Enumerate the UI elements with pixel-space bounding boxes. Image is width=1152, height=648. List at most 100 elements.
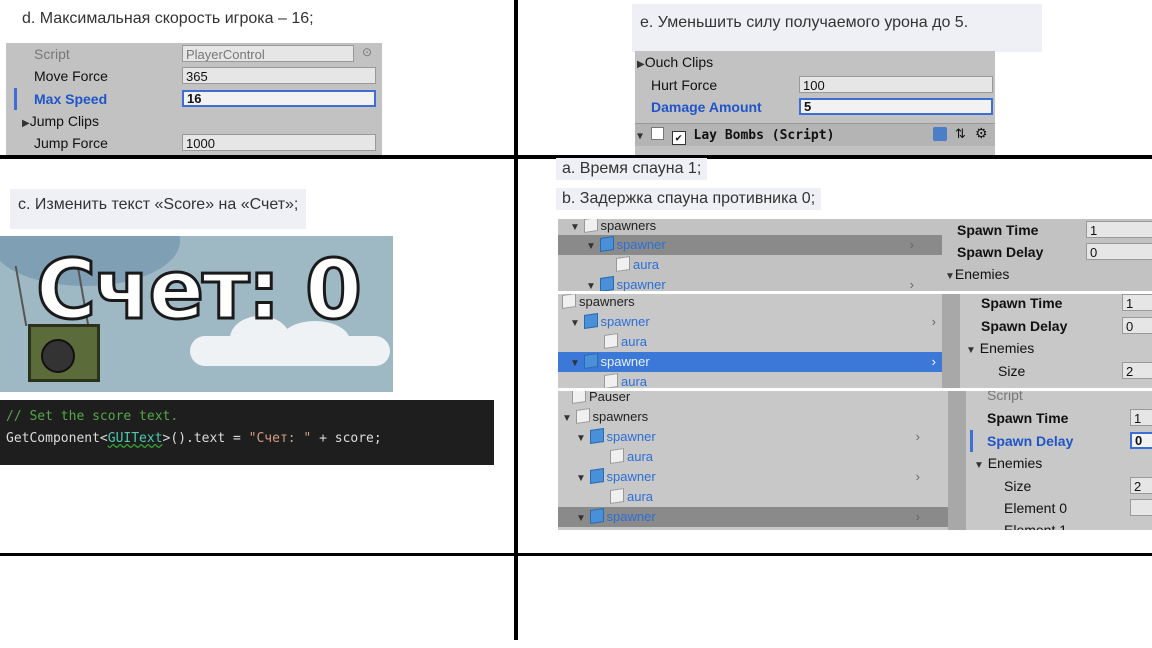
max-speed-row: Max Speed 16	[6, 88, 382, 110]
target-icon[interactable]: ⊙	[362, 45, 372, 59]
gameobject-icon	[604, 373, 618, 388]
gameobject-icon	[610, 488, 624, 504]
spawn-delay-label: Spawn Delay	[957, 244, 1044, 260]
script-label: Script	[34, 46, 70, 62]
script-row: Script PlayerControl ⊙	[6, 43, 382, 65]
divider-horizontal-bottom	[0, 553, 1152, 556]
ouch-clips-label: ▶Ouch Clips	[637, 54, 714, 70]
damage-amount-field[interactable]: 5	[799, 98, 993, 115]
task-d-text: d. Максимальная скорость игрока – 16;	[22, 10, 314, 27]
chevron-right-icon[interactable]: ›	[910, 237, 914, 252]
damage-amount-label: Damage Amount	[651, 99, 762, 115]
spawn-delay-row: Spawn Delay 0	[942, 241, 1152, 263]
hierarchy-item-spawners[interactable]: ▼ spawners	[558, 407, 948, 427]
task-b-text: b. Задержка спауна противника 0;	[556, 188, 822, 210]
hierarchy-item-spawner[interactable]: ▼ spawner ›	[558, 427, 948, 447]
hierarchy-item-spawner-selected[interactable]: ▼ spawner ›	[558, 507, 948, 527]
hierarchy-item-spawners[interactable]: ▼ spawners	[558, 219, 942, 236]
hierarchy-item-aura[interactable]: aura	[558, 487, 948, 507]
enemies-row[interactable]: ▼Enemies	[942, 263, 1152, 285]
chevron-right-icon[interactable]: ›	[916, 509, 920, 524]
hierarchy-item-spawners[interactable]: spawners	[558, 294, 942, 312]
jump-force-label: Jump Force	[34, 135, 108, 151]
prefab-icon	[583, 313, 598, 329]
selection-marker	[970, 430, 973, 452]
spawn-delay-field[interactable]: 0	[1086, 243, 1152, 260]
element0-label: Element 0	[1004, 500, 1068, 516]
spawn-time-field[interactable]: 1	[1130, 409, 1152, 426]
player-control-inspector: Script PlayerControl ⊙ Move Force 365 Ma…	[6, 43, 382, 155]
task-e-text: e. Уменьшить силу получаемого урона до 5…	[632, 4, 1042, 52]
chevron-right-icon[interactable]: ›	[932, 354, 936, 369]
gameobject-icon	[562, 294, 576, 309]
gear-icon[interactable]: ⚙	[975, 125, 988, 142]
gameobject-icon	[575, 408, 590, 424]
hurt-force-field[interactable]: 100	[799, 76, 993, 93]
element1-row: Element 1	[948, 519, 1152, 530]
damage-inspector: ▶Ouch Clips Hurt Force 100 Damage Amount…	[635, 51, 995, 155]
spawn-time-label: Spawn Time	[981, 295, 1063, 311]
help-icon[interactable]	[933, 127, 947, 141]
hierarchy-item-pauser[interactable]: Pauser	[558, 391, 948, 407]
damage-amount-row: Damage Amount 5	[635, 96, 995, 118]
jump-clips-row[interactable]: ▶Jump Clips	[6, 110, 382, 132]
prefab-icon	[589, 508, 604, 524]
script-label: Script	[987, 391, 1023, 403]
size-label: Size	[998, 363, 1026, 379]
spawn-delay-field[interactable]: 0	[1130, 432, 1152, 449]
preset-icon[interactable]: ⇅	[955, 126, 966, 142]
move-force-field[interactable]: 365	[182, 67, 376, 84]
spawn-inspector-3: Script Spawn Time 1 Spawn Delay 0 ▼ Enemie…	[948, 391, 1152, 530]
lay-bombs-header[interactable]: ▼ ✔ Lay Bombs (Script) ⇅ ⚙	[635, 123, 995, 146]
task-a-text: a. Время спауна 1;	[556, 158, 708, 180]
code-editor: // Set the score text. GetComponent<GUIT…	[0, 400, 494, 465]
enemies-row[interactable]: ▼ Enemies	[942, 337, 1152, 359]
script-field[interactable]: PlayerControl	[182, 45, 354, 62]
size-field[interactable]: 2	[1122, 362, 1152, 379]
move-force-row: Move Force 365	[6, 65, 382, 87]
task-c-text: c. Изменить текст «Score» на «Счет»;	[10, 189, 307, 229]
chevron-right-icon[interactable]: ›	[932, 314, 936, 329]
gameobject-icon	[604, 333, 618, 349]
element0-row: Element 0	[948, 497, 1152, 519]
hierarchy-item-aura[interactable]: aura	[558, 447, 948, 467]
jump-clips-label: ▶Jump Clips	[22, 113, 99, 129]
element0-field[interactable]	[1130, 499, 1152, 516]
spawn-delay-row: Spawn Delay 0	[942, 315, 1152, 337]
spawn-delay-field[interactable]: 0	[1122, 317, 1152, 334]
ouch-clips-row[interactable]: ▶Ouch Clips	[635, 51, 995, 73]
gameobject-icon	[610, 448, 624, 464]
max-speed-field[interactable]: 16	[182, 90, 376, 107]
chevron-right-icon[interactable]: ›	[910, 277, 914, 291]
chevron-right-icon[interactable]: ›	[916, 469, 920, 484]
collapse-triangle-icon[interactable]: ▼	[637, 131, 643, 142]
hierarchy-item-spawner[interactable]: ▼ spawner ›	[558, 312, 942, 332]
spawn-time-label: Spawn Time	[957, 222, 1039, 238]
hierarchy-item-spawner-selected[interactable]: ▼ spawner ›	[558, 352, 942, 372]
expand-triangle-icon[interactable]: ▶	[22, 118, 30, 129]
spawn-time-field[interactable]: 1	[1086, 221, 1152, 238]
size-field[interactable]: 2	[1130, 477, 1152, 494]
hierarchy-item-aura[interactable]: aura	[558, 255, 942, 275]
expand-triangle-icon[interactable]: ▶	[637, 59, 645, 70]
code-comment: // Set the score text.	[6, 409, 179, 424]
hierarchy-item-aura[interactable]: aura	[558, 372, 942, 388]
hurt-force-row: Hurt Force 100	[635, 74, 995, 96]
gameobject-icon	[583, 219, 598, 233]
script-icon	[650, 127, 664, 140]
jump-force-row: Jump Force 1000	[6, 132, 382, 154]
move-force-label: Move Force	[34, 68, 108, 84]
prefab-icon	[589, 468, 604, 484]
checkbox-icon[interactable]: ✔	[671, 131, 686, 145]
spawn-time-label: Spawn Time	[987, 410, 1069, 426]
size-row: Size 2	[942, 360, 1152, 382]
hierarchy-item-spawner[interactable]: ▼ spawner ›	[558, 275, 942, 291]
hierarchy-item-aura[interactable]: aura	[558, 332, 942, 352]
spawn-time-field[interactable]: 1	[1122, 294, 1152, 311]
enemies-row[interactable]: ▼ Enemies	[948, 452, 1152, 474]
hierarchy-item-spawner[interactable]: ▼ spawner ›	[558, 467, 948, 487]
chevron-right-icon[interactable]: ›	[916, 429, 920, 444]
jump-force-field[interactable]: 1000	[182, 134, 376, 151]
hierarchy-item-spawner[interactable]: ▼ spawner ›	[558, 235, 942, 255]
selection-marker	[14, 88, 17, 110]
